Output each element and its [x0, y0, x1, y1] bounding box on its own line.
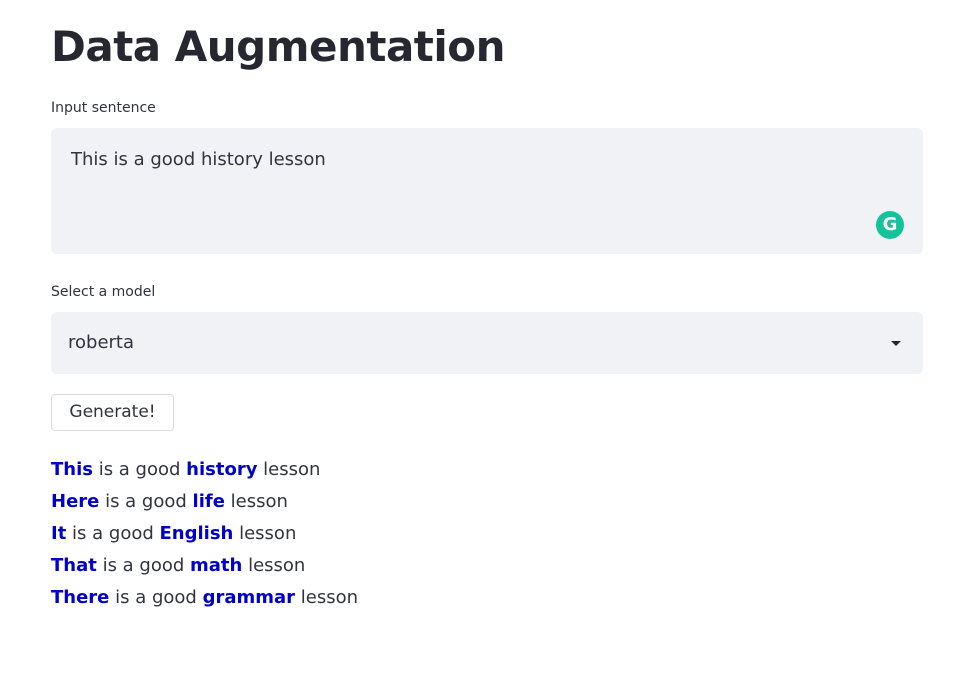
result-text: lesson	[224, 491, 288, 512]
result-text: lesson	[257, 459, 321, 480]
result-substituted-word: math	[190, 555, 243, 576]
caret-down-icon[interactable]	[891, 341, 901, 346]
result-text: lesson	[295, 587, 359, 608]
input-sentence-textarea[interactable]: This is a good history lesson G	[51, 128, 923, 254]
result-text: is a good	[109, 587, 203, 608]
result-substituted-word: Here	[51, 491, 100, 512]
result-substituted-word: This	[51, 459, 93, 480]
result-line: This is a good history lesson	[51, 454, 358, 486]
model-select-value: roberta	[68, 332, 135, 353]
result-text: lesson	[233, 523, 297, 544]
result-text: is a good	[66, 523, 160, 544]
result-text: is a good	[92, 459, 187, 480]
result-substituted-word: grammar	[202, 587, 296, 608]
result-substituted-word: life	[192, 491, 225, 512]
result-line: Here is a good life lesson	[51, 486, 358, 518]
result-line: That is a good math lesson	[51, 550, 358, 582]
result-line: There is a good grammar lesson	[51, 582, 358, 614]
result-substituted-word: English	[159, 523, 234, 544]
results-list: This is a good history lesson Here is a …	[51, 454, 358, 614]
page-title: Data Augmentation	[51, 22, 506, 71]
result-substituted-word: There	[51, 587, 110, 608]
result-text: is a good	[96, 555, 191, 576]
generate-button[interactable]: Generate!	[51, 394, 174, 431]
result-line: It is a good English lesson	[51, 518, 358, 550]
input-sentence-label: Input sentence	[51, 100, 156, 116]
result-substituted-word: That	[51, 555, 97, 576]
grammarly-icon[interactable]: G	[876, 211, 904, 239]
result-text: lesson	[242, 555, 306, 576]
model-select[interactable]: roberta	[51, 312, 923, 374]
input-sentence-value: This is a good history lesson	[71, 149, 326, 170]
result-substituted-word: history	[186, 459, 258, 480]
app-page: Data Augmentation Input sentence This is…	[0, 0, 957, 681]
result-text: is a good	[99, 491, 193, 512]
select-model-label: Select a model	[51, 284, 156, 300]
result-substituted-word: It	[51, 523, 67, 544]
